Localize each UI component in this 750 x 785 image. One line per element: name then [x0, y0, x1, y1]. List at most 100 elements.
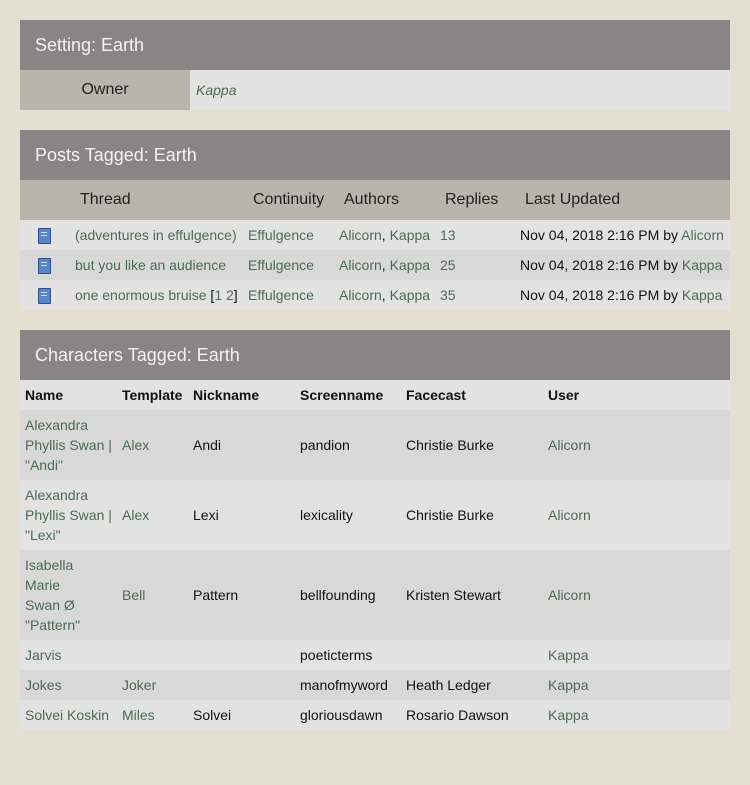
authors-header: Authors	[344, 191, 400, 208]
thread-link[interactable]: one enormous bruise	[75, 287, 207, 303]
posts-title: Posts Tagged: Earth	[20, 130, 730, 180]
name-cell: Jarvis	[20, 640, 117, 670]
user-link[interactable]: Kappa	[548, 707, 588, 723]
screenname-header: Screenname	[295, 380, 401, 410]
last-updated-cell: Nov 04, 2018 2:16 PM by Alicorn	[520, 220, 724, 250]
author-link[interactable]: Kappa	[390, 257, 430, 273]
facecast-cell: Rosario Dawson	[401, 700, 543, 730]
template-link[interactable]: Alex	[122, 437, 149, 453]
author-separator: ,	[381, 257, 386, 273]
book-icon[interactable]	[38, 280, 51, 314]
template-link[interactable]: Miles	[122, 707, 155, 723]
replies-link[interactable]: 13	[440, 220, 456, 250]
thread-link[interactable]: (adventures in effulgence)	[75, 220, 237, 250]
owner-label: Owner	[20, 70, 190, 110]
thread-link[interactable]: but you like an audience	[75, 250, 226, 280]
character-link[interactable]: Jokes	[25, 677, 62, 693]
post-row: but you like an audience Effulgence Alic…	[20, 250, 730, 280]
template-link[interactable]: Joker	[122, 677, 156, 693]
authors-cell: Alicorn, Kappa	[339, 250, 430, 280]
author-separator: ,	[381, 287, 386, 303]
thread-cell: one enormous bruise [1 2]	[75, 280, 238, 310]
characters-title: Characters Tagged: Earth	[20, 330, 730, 380]
template-link[interactable]: Bell	[122, 587, 145, 603]
name-cell: Alexandra Phyllis Swan | "Andi"	[20, 410, 117, 480]
page-bracket-close: ]	[233, 287, 238, 303]
screenname-cell: poeticterms	[295, 640, 401, 670]
screenname-cell: bellfounding	[295, 550, 401, 640]
user-link[interactable]: Alicorn	[548, 437, 591, 453]
author-link[interactable]: Kappa	[390, 287, 430, 303]
continuity-link[interactable]: Effulgence	[248, 280, 314, 310]
authors-cell: Alicorn, Kappa	[339, 220, 430, 250]
nickname-cell: Pattern	[188, 550, 295, 640]
nickname-cell	[188, 640, 295, 670]
facecast-cell: Heath Ledger	[401, 670, 543, 700]
name-cell: Isabella Marie Swan Ø "Pattern"	[20, 550, 117, 640]
last-updated-cell: Nov 04, 2018 2:16 PM by Kappa	[520, 250, 722, 280]
replies-link[interactable]: 35	[440, 280, 456, 310]
replies-link[interactable]: 25	[440, 250, 456, 280]
screenname-cell: manofmyword	[295, 670, 401, 700]
character-link[interactable]: Alexandra Phyllis Swan | "Andi"	[25, 417, 112, 473]
user-header: User	[543, 380, 730, 410]
table-row: Alexandra Phyllis Swan | "Lexi" Alex Lexi …	[20, 480, 730, 550]
author-link[interactable]: Alicorn	[339, 257, 382, 273]
page-link-2[interactable]: 2	[226, 287, 234, 303]
name-cell: Alexandra Phyllis Swan | "Lexi"	[20, 480, 117, 550]
owner-row: Owner Kappa	[20, 70, 730, 110]
character-link[interactable]: Alexandra Phyllis Swan | "Lexi"	[25, 487, 112, 543]
author-link[interactable]: Alicorn	[339, 287, 382, 303]
book-icon[interactable]	[38, 220, 51, 254]
nickname-header: Nickname	[188, 380, 295, 410]
owner-link[interactable]: Kappa	[196, 82, 236, 98]
table-row: Jokes Joker manofmyword Heath Ledger Kap…	[20, 670, 730, 700]
last-updated-text: Nov 04, 2018 2:16 PM by	[520, 287, 678, 303]
character-link[interactable]: Solvei Koskin	[25, 707, 109, 723]
character-link[interactable]: Isabella Marie Swan Ø "Pattern"	[25, 557, 80, 633]
continuity-link[interactable]: Effulgence	[248, 250, 314, 280]
characters-panel: Characters Tagged: Earth Name Template N…	[20, 330, 730, 730]
post-row: one enormous bruise [1 2] Effulgence Ali…	[20, 280, 730, 310]
user-link[interactable]: Alicorn	[548, 587, 591, 603]
setting-panel: Setting: Earth Owner Kappa	[20, 20, 730, 110]
name-cell: Jokes	[20, 670, 117, 700]
author-separator: ,	[381, 227, 386, 243]
author-link[interactable]: Kappa	[390, 227, 430, 243]
updated-by-link[interactable]: Kappa	[682, 257, 722, 273]
facecast-cell: Kristen Stewart	[401, 550, 543, 640]
posts-panel: Posts Tagged: Earth Thread Continuity Au…	[20, 130, 730, 310]
last-updated-text: Nov 04, 2018 2:16 PM by	[520, 227, 678, 243]
user-link[interactable]: Kappa	[548, 647, 588, 663]
facecast-header: Facecast	[401, 380, 543, 410]
nickname-cell: Andi	[188, 410, 295, 480]
screenname-cell: gloriousdawn	[295, 700, 401, 730]
updated-by-link[interactable]: Kappa	[682, 287, 722, 303]
name-header: Name	[20, 380, 117, 410]
table-row: Alexandra Phyllis Swan | "Andi" Alex Andi …	[20, 410, 730, 480]
facecast-cell	[401, 640, 543, 670]
user-link[interactable]: Kappa	[548, 677, 588, 693]
thread-header: Thread	[80, 191, 131, 208]
replies-header: Replies	[445, 191, 499, 208]
posts-rows: (adventures in effulgence) Effulgence Al…	[20, 220, 730, 310]
continuity-link[interactable]: Effulgence	[248, 220, 314, 250]
page-link-1[interactable]: 1	[214, 287, 222, 303]
post-row: (adventures in effulgence) Effulgence Al…	[20, 220, 730, 250]
table-row: Isabella Marie Swan Ø "Pattern" Bell Patte…	[20, 550, 730, 640]
facecast-cell: Christie Burke	[401, 410, 543, 480]
characters-table: Name Template Nickname Screenname Faceca…	[20, 380, 730, 730]
owner-value-cell: Kappa	[190, 70, 730, 110]
table-row: Solvei Koskin Miles Solvei gloriousdawn …	[20, 700, 730, 730]
user-link[interactable]: Alicorn	[548, 507, 591, 523]
book-icon[interactable]	[38, 250, 51, 284]
template-link[interactable]: Alex	[122, 507, 149, 523]
updated-by-link[interactable]: Alicorn	[681, 227, 724, 243]
character-link[interactable]: Jarvis	[25, 647, 62, 663]
nickname-cell	[188, 670, 295, 700]
author-link[interactable]: Alicorn	[339, 227, 382, 243]
nickname-cell: Lexi	[188, 480, 295, 550]
last-updated-cell: Nov 04, 2018 2:16 PM by Kappa	[520, 280, 722, 310]
screenname-cell: lexicality	[295, 480, 401, 550]
nickname-cell: Solvei	[188, 700, 295, 730]
